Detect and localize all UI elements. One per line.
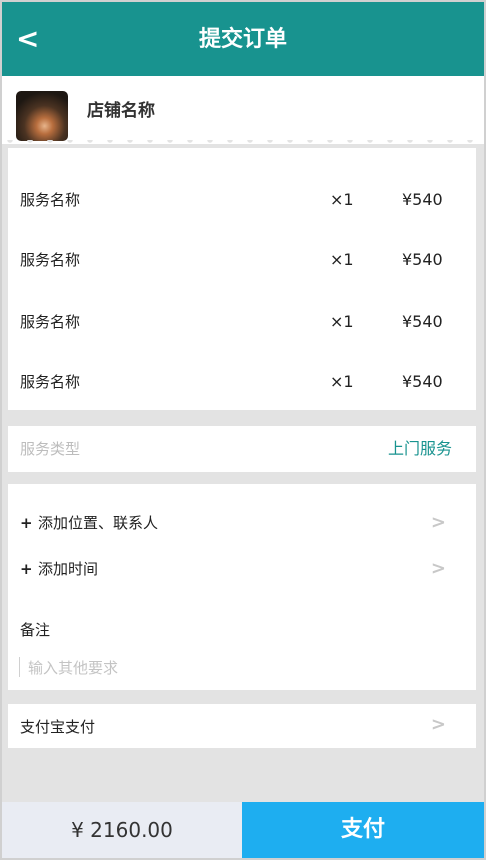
add-location-row[interactable]: + 添加位置、联系人 > (8, 510, 476, 536)
item-quantity: ×1 (330, 312, 354, 331)
scallop-divider (2, 140, 484, 148)
item-name: 服务名称 (20, 313, 81, 331)
order-items-list: 服务名称 ×1 ¥540 服务名称 ×1 ¥540 服务名称 ×1 ¥540 服… (8, 148, 476, 410)
plus-icon: + (20, 560, 33, 578)
item-price: ¥540 (402, 250, 443, 269)
add-time-label: 添加时间 (38, 560, 99, 578)
order-details: + 添加位置、联系人 > + 添加时间 > 备注 (8, 484, 476, 690)
service-type-row[interactable]: 服务类型 上门服务 (8, 426, 476, 472)
item-quantity: ×1 (330, 372, 354, 391)
checkout-bar: ¥ 2160.00 支付 (2, 802, 484, 858)
list-item: 服务名称 ×1 ¥540 (8, 367, 476, 397)
service-type-label: 服务类型 (20, 440, 81, 458)
nav-bar: < 提交订单 (2, 2, 484, 76)
list-item: 服务名称 ×1 ¥540 (8, 245, 476, 275)
item-quantity: ×1 (330, 190, 354, 209)
chevron-right-icon: > (430, 558, 446, 579)
item-price: ¥540 (402, 312, 443, 331)
item-price: ¥540 (402, 372, 443, 391)
shop-name: 店铺名称 (87, 101, 155, 121)
payment-method-label: 支付宝支付 (20, 718, 96, 736)
order-total: ¥ 2160.00 (2, 802, 242, 858)
note-label: 备注 (20, 621, 51, 639)
pay-button[interactable]: 支付 (242, 802, 484, 858)
chevron-right-icon: > (430, 714, 446, 735)
item-price: ¥540 (402, 190, 443, 209)
item-name: 服务名称 (20, 191, 81, 209)
shop-avatar (16, 91, 68, 141)
list-item: 服务名称 ×1 ¥540 (8, 307, 476, 337)
plus-icon: + (20, 514, 33, 532)
add-time-row[interactable]: + 添加时间 > (8, 556, 476, 582)
item-name: 服务名称 (20, 373, 81, 391)
page-title: 提交订单 (198, 27, 287, 52)
item-name: 服务名称 (20, 251, 81, 269)
shop-header: 店铺名称 (2, 76, 484, 144)
item-quantity: ×1 (330, 250, 354, 269)
service-type-value[interactable]: 上门服务 (388, 439, 452, 459)
payment-method-row[interactable]: 支付宝支付 > (8, 704, 476, 748)
add-location-label: 添加位置、联系人 (38, 514, 159, 532)
chevron-right-icon: > (430, 512, 446, 533)
list-item: 服务名称 ×1 ¥540 (8, 185, 476, 215)
note-input[interactable] (20, 656, 450, 680)
